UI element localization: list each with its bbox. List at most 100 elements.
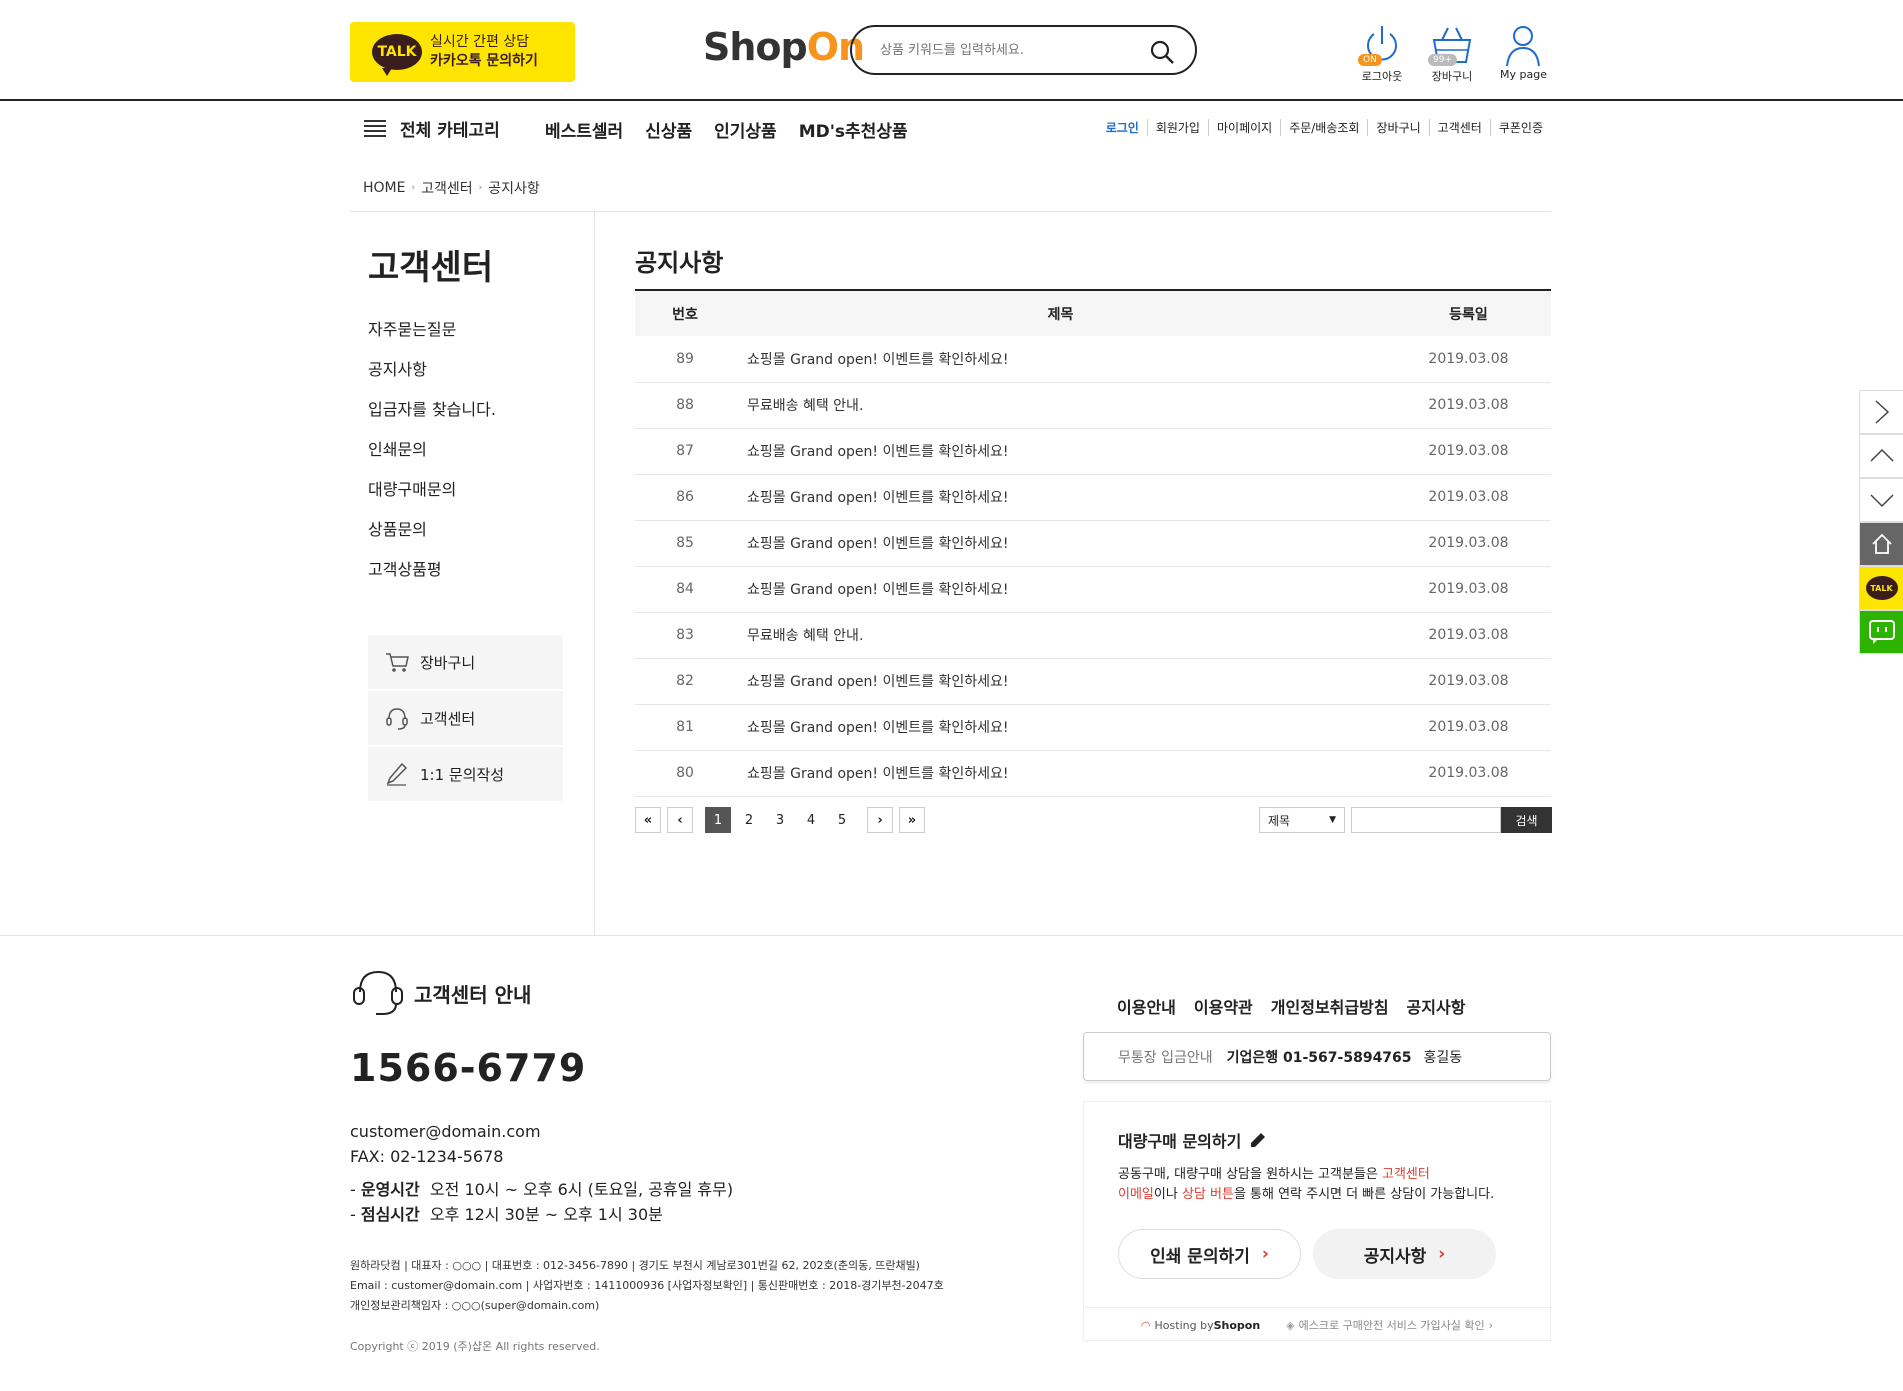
board-search-input[interactable] [1351, 807, 1501, 833]
home-icon [1871, 533, 1892, 554]
footer-link-notice[interactable]: 공지사항 [1407, 994, 1466, 1018]
row-subject[interactable]: 무료배송 혜택 안내. [735, 612, 1386, 659]
hours-value: 오전 10시 ~ 오후 6시 (토요일, 공휴일 휴무) [429, 1180, 734, 1199]
breadcrumb-cs[interactable]: 고객센터 [421, 178, 473, 198]
quick-link-inquiry[interactable]: 1:1 문의작성 [368, 747, 563, 803]
caret-down-icon: ▼ [1329, 815, 1336, 825]
company-line-3: 개인정보관리책임자 : ○○○(super@domain.com) [350, 1299, 600, 1312]
row-date: 2019.03.08 [1386, 520, 1551, 567]
table-row[interactable]: 87 쇼핑몰 Grand open! 이벤트를 확인하세요! 2019.03.08 [635, 428, 1551, 475]
top-cart[interactable]: 장바구니 [1367, 119, 1428, 136]
page-number[interactable]: 2 [736, 807, 762, 833]
scroll-top-button[interactable] [1859, 434, 1903, 478]
sidebar-item-print-inquiry[interactable]: 인쇄문의 [368, 436, 496, 476]
row-subject[interactable]: 쇼핑몰 Grand open! 이벤트를 확인하세요! [735, 474, 1386, 521]
footer-cs-title-text: 고객센터 안내 [414, 982, 532, 1007]
breadcrumb-current: 공지사항 [488, 181, 540, 197]
footer-email[interactable]: customer@domain.com [350, 1119, 541, 1144]
table-row[interactable]: 81 쇼핑몰 Grand open! 이벤트를 확인하세요! 2019.03.08 [635, 704, 1551, 751]
page-number[interactable]: 3 [767, 807, 793, 833]
menu-new[interactable]: 신상품 [645, 117, 692, 142]
row-subject[interactable]: 쇼핑몰 Grand open! 이벤트를 확인하세요! [735, 704, 1386, 751]
sidebar-item-bulk-inquiry[interactable]: 대량구매문의 [368, 476, 496, 516]
row-subject[interactable]: 쇼핑몰 Grand open! 이벤트를 확인하세요! [735, 750, 1386, 797]
logout-badge: ON [1358, 54, 1382, 66]
top-mypage[interactable]: 마이페이지 [1207, 119, 1280, 136]
table-row[interactable]: 84 쇼핑몰 Grand open! 이벤트를 확인하세요! 2019.03.08 [635, 566, 1551, 613]
top-cs[interactable]: 고객센터 [1428, 119, 1490, 136]
row-subject[interactable]: 쇼핑몰 Grand open! 이벤트를 확인하세요! [735, 566, 1386, 613]
table-row[interactable]: 85 쇼핑몰 Grand open! 이벤트를 확인하세요! 2019.03.08 [635, 520, 1551, 567]
site-logo[interactable]: ShopOn [703, 25, 865, 69]
scroll-bottom-button[interactable] [1859, 478, 1903, 522]
menu-md-pick[interactable]: MD's추천상품 [799, 117, 908, 142]
kakao-talk-banner[interactable]: TALK 실시간 간편 상담 카카오톡 문의하기 [350, 22, 575, 82]
top-order[interactable]: 주문/배송조회 [1280, 119, 1367, 136]
page-prev-button[interactable]: ‹ [667, 807, 693, 833]
wifi-icon: ◠ [1140, 1318, 1151, 1332]
search-input[interactable] [878, 38, 1138, 62]
all-category-button[interactable]: 전체 카테고리 [364, 116, 500, 141]
table-row[interactable]: 86 쇼핑몰 Grand open! 이벤트를 확인하세요! 2019.03.08 [635, 474, 1551, 521]
main-menu: 베스트셀러 신상품 인기상품 MD's추천상품 [545, 117, 908, 142]
footer-link-guide[interactable]: 이용안내 [1117, 994, 1176, 1018]
print-inquiry-button[interactable]: 인쇄 문의하기 › [1118, 1229, 1301, 1279]
board-search-button[interactable]: 검색 [1501, 807, 1552, 833]
search-icon[interactable] [1149, 39, 1175, 65]
sidebar-item-faq[interactable]: 자주묻는질문 [368, 316, 496, 356]
home-button[interactable] [1859, 522, 1903, 566]
chat-icon [1868, 620, 1895, 644]
top-join[interactable]: 회원가입 [1146, 119, 1208, 136]
sidebar-item-reviews[interactable]: 고객상품평 [368, 556, 496, 596]
table-row[interactable]: 83 무료배송 혜택 안내. 2019.03.08 [635, 612, 1551, 659]
mypage-button[interactable]: My page [1500, 22, 1547, 92]
table-row[interactable]: 89 쇼핑몰 Grand open! 이벤트를 확인하세요! 2019.03.08 [635, 336, 1551, 383]
kakao-talk-button[interactable]: TALK [1859, 566, 1903, 610]
page-first-button[interactable]: « [635, 807, 661, 833]
row-subject[interactable]: 무료배송 혜택 안내. [735, 382, 1386, 429]
page-number[interactable]: 4 [798, 807, 824, 833]
col-subject: 제목 [735, 289, 1386, 336]
bulk-title-text: 대량구매 문의하기 [1118, 1132, 1242, 1151]
table-row[interactable]: 80 쇼핑몰 Grand open! 이벤트를 확인하세요! 2019.03.08 [635, 750, 1551, 797]
row-subject[interactable]: 쇼핑몰 Grand open! 이벤트를 확인하세요! [735, 428, 1386, 475]
cart-button[interactable]: 99+ 장바구니 [1428, 22, 1474, 92]
quick-toggle-button[interactable] [1859, 390, 1903, 434]
page-next-button[interactable]: › [867, 807, 893, 833]
quick-bar: TALK [1859, 390, 1903, 654]
table-row[interactable]: 82 쇼핑몰 Grand open! 이벤트를 확인하세요! 2019.03.08 [635, 658, 1551, 705]
company-line-2: Email : customer@domain.com | 사업자번호 : 14… [350, 1279, 944, 1292]
sidebar-item-notice[interactable]: 공지사항 [368, 356, 496, 396]
row-num: 80 [635, 750, 735, 797]
page-last-button[interactable]: » [899, 807, 925, 833]
top-coupon[interactable]: 쿠폰인증 [1489, 119, 1551, 136]
sidebar-item-depositor[interactable]: 입금자를 찾습니다. [368, 396, 496, 436]
hosting-bar: ◠ Hosting by Shopon ◈ 에스크로 구매안전 서비스 가입사실… [1084, 1307, 1550, 1342]
row-subject[interactable]: 쇼핑몰 Grand open! 이벤트를 확인하세요! [735, 658, 1386, 705]
search-field-select[interactable]: 제목 ▼ [1259, 807, 1345, 833]
escrow-link[interactable]: 에스크로 구매안전 서비스 가입사실 확인 [1299, 1317, 1485, 1333]
footer-link-privacy[interactable]: 개인정보취급방침 [1271, 994, 1389, 1018]
page-number[interactable]: 5 [829, 807, 855, 833]
company-line-1: 원하라닷컴 | 대표자 : ○○○ | 대표번호 : 012-3456-7890… [350, 1259, 920, 1272]
chevron-right-icon: › [1438, 1244, 1446, 1264]
row-subject[interactable]: 쇼핑몰 Grand open! 이벤트를 확인하세요! [735, 336, 1386, 383]
talktalk-button[interactable] [1859, 610, 1903, 654]
menu-bestseller[interactable]: 베스트셀러 [545, 117, 623, 142]
table-row[interactable]: 88 무료배송 혜택 안내. 2019.03.08 [635, 382, 1551, 429]
row-num: 85 [635, 520, 735, 567]
hosting-brand[interactable]: Shopon [1214, 1319, 1261, 1332]
footer-link-terms[interactable]: 이용약관 [1194, 994, 1253, 1018]
logout-button[interactable]: ON 로그아웃 [1358, 22, 1404, 92]
page-number[interactable]: 1 [705, 807, 731, 833]
quick-link-cart[interactable]: 장바구니 [368, 635, 563, 691]
notice-button[interactable]: 공지사항 › [1313, 1229, 1496, 1279]
footer-links: 이용안내 이용약관 개인정보취급방침 공지사항 [1117, 994, 1465, 1018]
row-subject[interactable]: 쇼핑몰 Grand open! 이벤트를 확인하세요! [735, 520, 1386, 567]
menu-popular[interactable]: 인기상품 [714, 117, 777, 142]
breadcrumb-home[interactable]: HOME [363, 180, 405, 196]
top-login[interactable]: 로그인 [1098, 119, 1147, 136]
footer-phone: 1566-6779 [350, 1046, 587, 1090]
sidebar-item-product-inquiry[interactable]: 상품문의 [368, 516, 496, 556]
quick-link-cs[interactable]: 고객센터 [368, 691, 563, 747]
